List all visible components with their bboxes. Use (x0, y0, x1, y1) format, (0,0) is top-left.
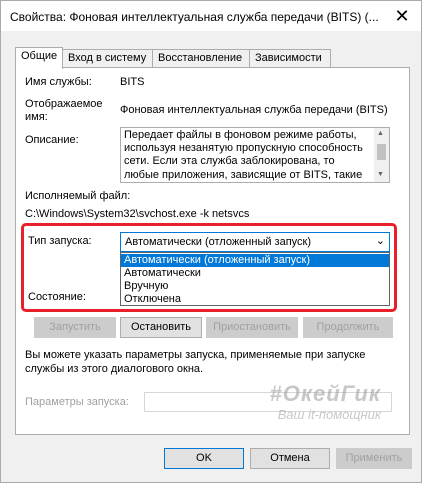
exe-label: Исполняемый файл: (25, 190, 131, 202)
pause-button[interactable]: Приостановить (206, 317, 298, 338)
startup-option-disabled[interactable]: Отключена (121, 293, 389, 306)
start-params-label: Параметры запуска: (25, 396, 129, 408)
tab-logon[interactable]: Вход в систему (62, 49, 153, 68)
display-name-label-line2: имя: (25, 111, 48, 123)
apply-button[interactable]: Применить (336, 448, 412, 469)
general-tab-panel: Имя службы: BITS Отображаемое имя: Фонов… (15, 67, 410, 435)
cancel-button[interactable]: Отмена (250, 448, 330, 469)
scroll-up-icon[interactable]: ▲ (377, 130, 384, 137)
ok-button[interactable]: OK (164, 448, 244, 469)
startup-type-selected: Автоматически (отложенный запуск) (125, 236, 312, 248)
stop-button[interactable]: Остановить (120, 317, 202, 338)
scroll-thumb[interactable] (377, 144, 386, 160)
watermark-brand: #ОкейГик (269, 381, 381, 406)
description-line: используя незанятую пропускную способнос… (124, 142, 363, 155)
description-label: Описание: (25, 134, 79, 146)
startup-type-label: Тип запуска: (28, 235, 92, 247)
chevron-down-icon: ⌄ (375, 235, 385, 247)
tab-recovery[interactable]: Восстановление (152, 49, 250, 68)
hint-text-line2: службы из этого диалогового окна. (25, 363, 204, 375)
description-line: Передает файлы в фоновом режиме работы, (124, 129, 357, 141)
description-scrollbar[interactable]: ▲ ▼ (374, 128, 389, 182)
startup-type-select[interactable]: Автоматически (отложенный запуск) ⌄ (120, 232, 390, 252)
display-name-value: Фоновая интеллектуальная служба передачи… (120, 104, 388, 116)
display-name-label-line1: Отображаемое (25, 98, 103, 110)
hint-text-line1: Вы можете указать параметры запуска, при… (25, 349, 366, 361)
description-line: любые приложения, зависящие от BITS, так… (124, 168, 363, 181)
title-bar: Свойства: Фоновая интеллектуальная служб… (1, 1, 421, 31)
scroll-down-icon[interactable]: ▼ (377, 171, 384, 178)
startup-option-auto[interactable]: Автоматически (121, 267, 389, 280)
startup-type-dropdown: Автоматически (отложенный запуск) Автома… (120, 252, 390, 306)
status-label: Состояние: (28, 291, 86, 303)
watermark-tagline: Ваш it-помощник (277, 407, 381, 422)
service-name-value: BITS (120, 76, 145, 88)
description-line: сети. Если эта служба заблокирована, то (124, 155, 335, 168)
startup-option-auto-delayed[interactable]: Автоматически (отложенный запуск) (121, 254, 389, 267)
exe-path-value: C:\Windows\System32\svchost.exe -k netsv… (25, 208, 250, 220)
description-box[interactable]: Передает файлы в фоновом режиме работы, … (120, 127, 390, 183)
service-properties-dialog: Свойства: Фоновая интеллектуальная служб… (0, 0, 422, 483)
close-icon[interactable]: ✕ (391, 5, 413, 27)
service-name-label: Имя службы: (25, 76, 92, 88)
start-button[interactable]: Запустить (34, 317, 116, 338)
resume-button[interactable]: Продолжить (303, 317, 393, 338)
watermark: #ОкейГик Ваш it-помощник (270, 381, 381, 422)
window-title: Свойства: Фоновая интеллектуальная служб… (10, 10, 379, 24)
tab-dependencies[interactable]: Зависимости (249, 49, 331, 68)
description-text: Передает файлы в фоновом режиме работы, … (124, 129, 374, 182)
tab-general[interactable]: Общие (15, 47, 63, 69)
startup-option-manual[interactable]: Вручную (121, 280, 389, 293)
